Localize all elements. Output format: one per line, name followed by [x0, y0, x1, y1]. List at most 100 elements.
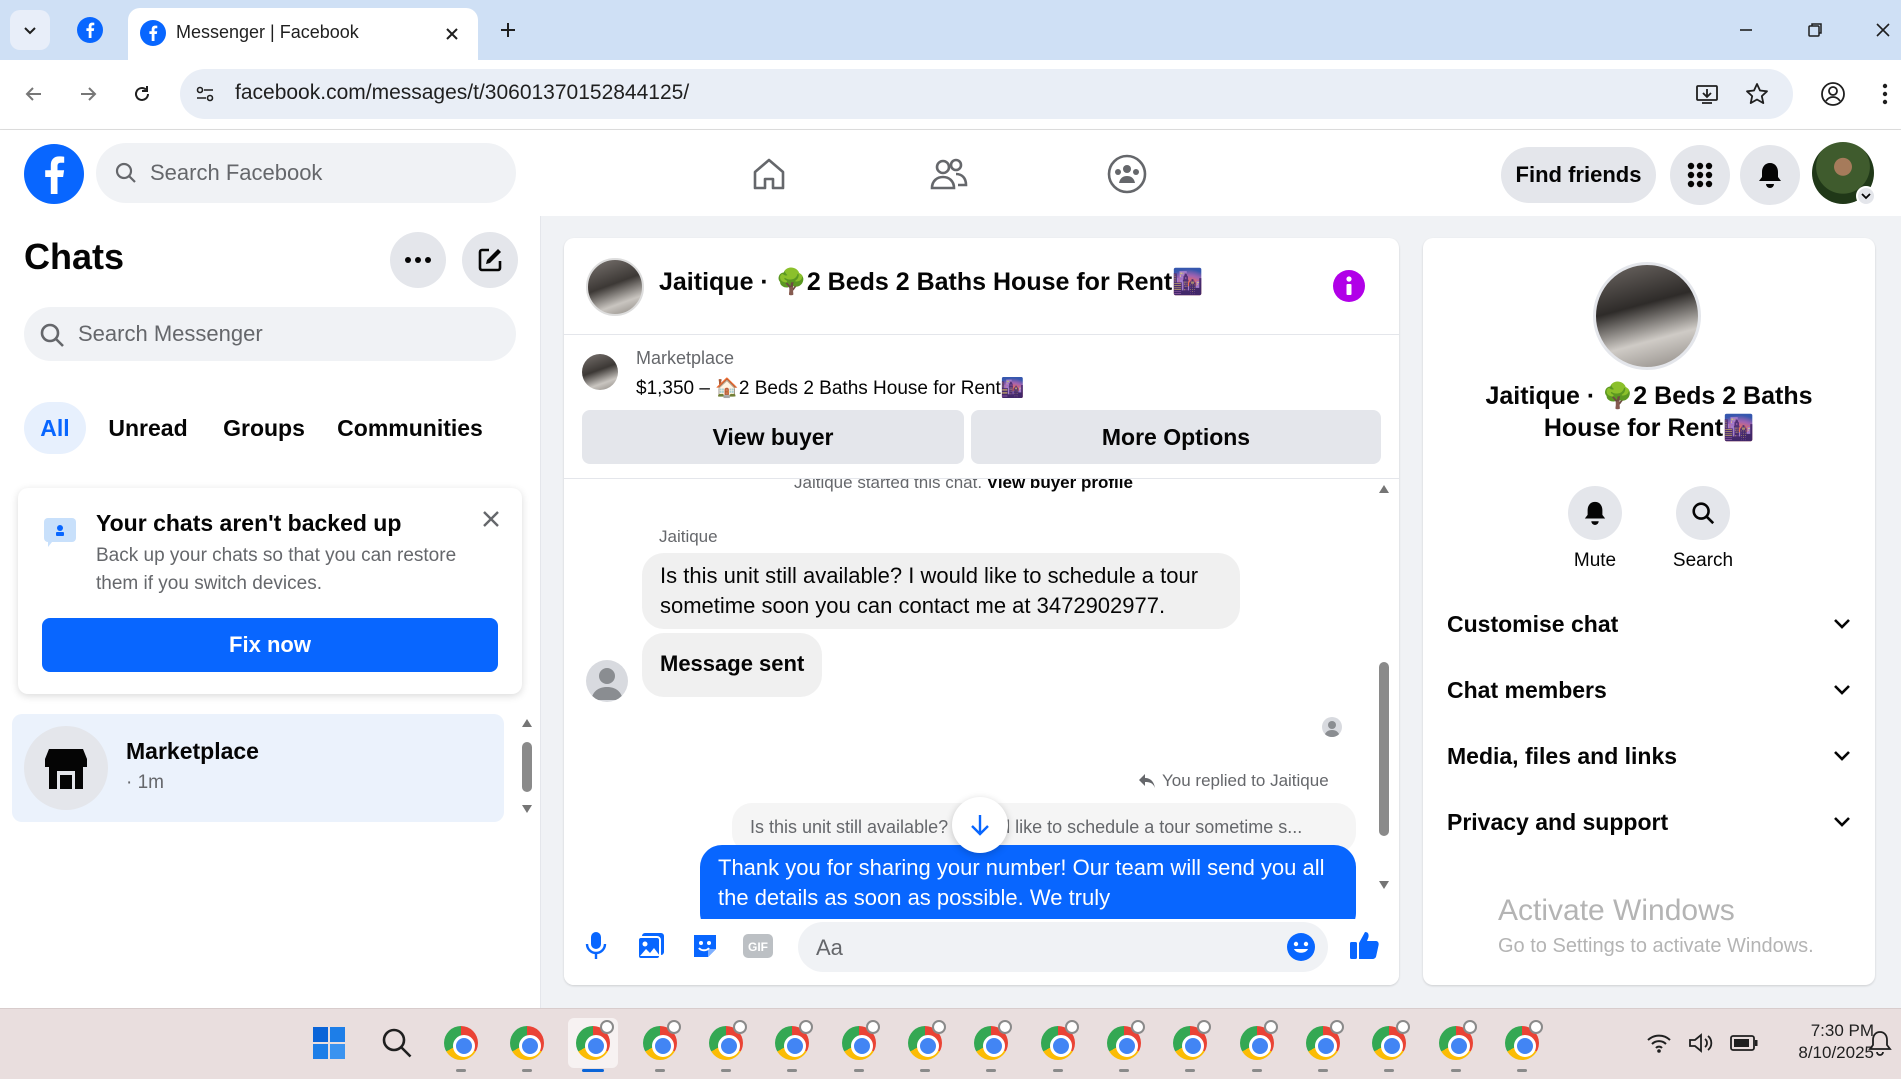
chat-item-marketplace[interactable]: Marketplace · 1m: [12, 714, 504, 822]
view-buyer-button[interactable]: View buyer: [582, 410, 964, 464]
start-button[interactable]: [304, 1018, 354, 1068]
nav-groups[interactable]: [1088, 144, 1166, 204]
taskbar-chrome[interactable]: [1033, 1018, 1083, 1072]
taskbar-chrome-active[interactable]: [568, 1018, 618, 1072]
mute-action[interactable]: Mute: [1563, 486, 1627, 572]
accordion-privacy-support[interactable]: Privacy and support: [1447, 802, 1851, 842]
filter-all[interactable]: All: [24, 402, 86, 454]
taskbar-chrome[interactable]: [701, 1018, 751, 1072]
taskbar-chrome[interactable]: [767, 1018, 817, 1072]
install-app-icon[interactable]: [1694, 81, 1720, 107]
conversation-info-button[interactable]: [1333, 270, 1365, 302]
gif-icon[interactable]: GIF: [742, 933, 774, 959]
notification-bell-icon[interactable]: [1868, 1030, 1892, 1058]
accordion-media-files-links[interactable]: Media, files and links: [1447, 736, 1851, 776]
nav-home[interactable]: [730, 144, 808, 204]
wifi-icon[interactable]: [1646, 1032, 1672, 1054]
account-button[interactable]: [1812, 142, 1876, 206]
more-options-button[interactable]: More Options: [971, 410, 1381, 464]
scroll-to-bottom-button[interactable]: [952, 797, 1008, 853]
site-settings-icon[interactable]: [194, 83, 216, 105]
thread-scrollbar[interactable]: [1376, 484, 1392, 894]
scroll-up-icon[interactable]: [1378, 484, 1390, 494]
new-message-button[interactable]: [462, 232, 518, 288]
message-bubble[interactable]: Is this unit still available? I would li…: [642, 553, 1240, 629]
nav-friends[interactable]: [910, 144, 988, 204]
filter-communities[interactable]: Communities: [330, 402, 490, 454]
scrollbar-thumb[interactable]: [1379, 662, 1389, 836]
taskbar-chrome[interactable]: [834, 1018, 884, 1072]
new-tab-button[interactable]: [490, 12, 526, 48]
taskbar-chrome[interactable]: [1364, 1018, 1414, 1072]
close-window-button[interactable]: [1866, 12, 1900, 48]
running-indicator: [854, 1069, 864, 1072]
microphone-icon[interactable]: [584, 931, 608, 961]
volume-icon[interactable]: [1688, 1032, 1714, 1054]
profile-badge: [1330, 1020, 1344, 1034]
star-icon[interactable]: [1744, 81, 1770, 107]
chats-options-button[interactable]: [390, 232, 446, 288]
details-avatar[interactable]: [1593, 262, 1701, 370]
system-tray[interactable]: [1646, 1028, 1758, 1058]
view-buyer-profile-link[interactable]: View buyer profile: [987, 479, 1133, 492]
taskbar-chrome[interactable]: [1232, 1018, 1282, 1072]
filter-groups[interactable]: Groups: [214, 402, 314, 454]
profile-button[interactable]: [1814, 76, 1852, 112]
emoji-icon[interactable]: [1286, 932, 1316, 962]
mute-button[interactable]: [1568, 486, 1622, 540]
sticker-icon[interactable]: [690, 931, 720, 961]
my-message-bubble[interactable]: Thank you for sharing your number! Our t…: [700, 845, 1356, 919]
filter-unread[interactable]: Unread: [98, 402, 198, 454]
sender-avatar[interactable]: [586, 660, 628, 702]
taskbar-chrome[interactable]: [502, 1018, 552, 1072]
taskbar-chrome[interactable]: [900, 1018, 950, 1072]
message-bubble[interactable]: Message sent: [642, 633, 823, 697]
fix-now-button[interactable]: Fix now: [42, 618, 498, 672]
taskbar-chrome[interactable]: [1298, 1018, 1348, 1072]
facebook-search-input[interactable]: Search Facebook: [96, 143, 516, 203]
taskbar-search-button[interactable]: [372, 1018, 422, 1068]
search-action[interactable]: Search: [1663, 486, 1743, 572]
minimize-button[interactable]: [1726, 12, 1766, 48]
scroll-down-icon[interactable]: [1378, 880, 1390, 890]
photo-icon[interactable]: [636, 931, 666, 961]
close-tab-button[interactable]: [438, 20, 466, 48]
forward-button[interactable]: [68, 76, 108, 112]
reload-button[interactable]: [122, 76, 162, 112]
notifications-button[interactable]: [1740, 145, 1800, 205]
clock[interactable]: 7:30 PM 8/10/2025: [1768, 1020, 1874, 1064]
scrollbar-thumb[interactable]: [522, 742, 532, 792]
conversation-title[interactable]: Jaitique · 🌳2 Beds 2 Baths House for Ren…: [659, 268, 1203, 297]
menu-button[interactable]: [1670, 145, 1730, 205]
search-in-chat-button[interactable]: [1676, 486, 1730, 540]
taskbar-chrome[interactable]: [1431, 1018, 1481, 1072]
taskbar-chrome[interactable]: [436, 1018, 486, 1072]
taskbar-chrome[interactable]: [1099, 1018, 1149, 1072]
battery-icon[interactable]: [1730, 1034, 1758, 1052]
taskbar-chrome[interactable]: [635, 1018, 685, 1072]
find-friends-button[interactable]: Find friends: [1501, 147, 1656, 203]
accordion-chat-members[interactable]: Chat members: [1447, 670, 1851, 710]
chevron-down-icon: [24, 27, 36, 35]
messenger-search-input[interactable]: Search Messenger: [24, 307, 516, 361]
dismiss-backup-button[interactable]: [476, 504, 506, 534]
accordion-customise-chat[interactable]: Customise chat: [1447, 604, 1851, 644]
tab-search-button[interactable]: [10, 10, 50, 50]
listing-avatar[interactable]: [586, 258, 644, 316]
browser-menu-button[interactable]: [1870, 76, 1900, 112]
facebook-logo-icon[interactable]: [24, 144, 84, 204]
scroll-up-icon[interactable]: [521, 718, 533, 728]
pinned-tab-facebook[interactable]: [70, 12, 110, 48]
thumbs-up-icon[interactable]: [1348, 929, 1380, 961]
chat-list-scrollbar[interactable]: [520, 716, 534, 820]
taskbar-chrome[interactable]: [1497, 1018, 1547, 1072]
running-indicator: [1517, 1069, 1527, 1072]
message-input[interactable]: Aa: [798, 922, 1328, 972]
taskbar-chrome[interactable]: [966, 1018, 1016, 1072]
taskbar-chrome[interactable]: [1165, 1018, 1215, 1072]
address-bar[interactable]: facebook.com/messages/t/3060137015284412…: [180, 69, 1793, 119]
back-button[interactable]: [14, 76, 54, 112]
restore-button[interactable]: [1795, 12, 1835, 48]
tab-messenger[interactable]: Messenger | Facebook: [128, 8, 478, 60]
scroll-down-icon[interactable]: [521, 804, 533, 814]
